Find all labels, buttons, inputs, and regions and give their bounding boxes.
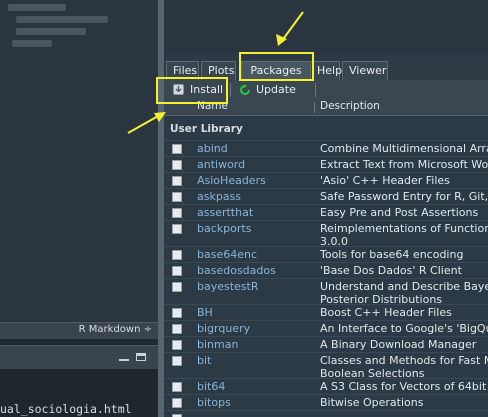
annotation-arrows (127, 11, 304, 134)
